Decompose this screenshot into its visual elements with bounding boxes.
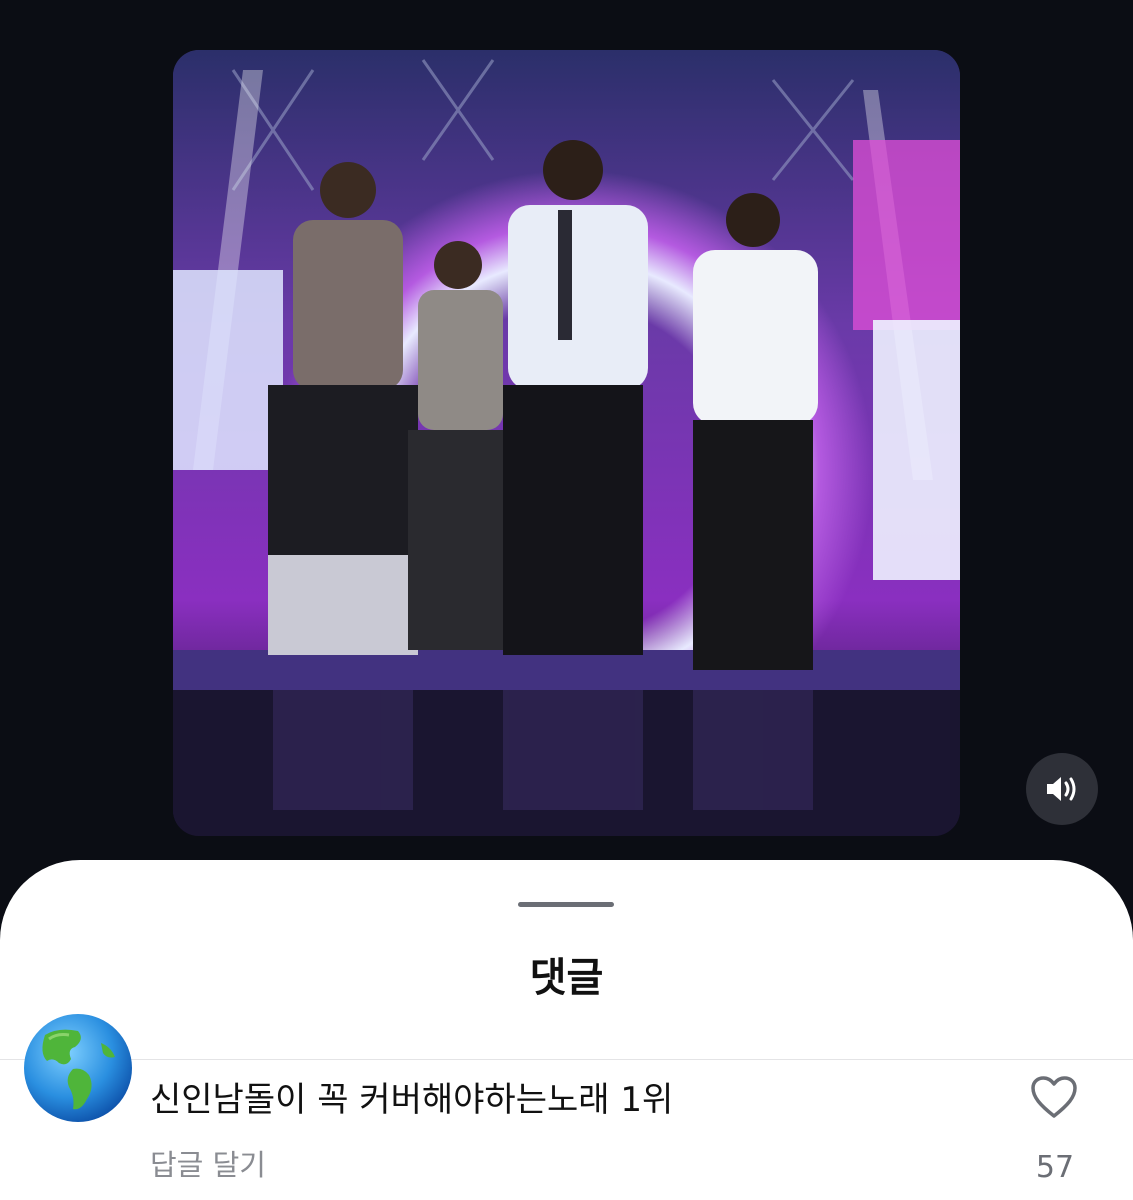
divider bbox=[0, 1059, 1133, 1060]
avatar[interactable] bbox=[23, 1013, 133, 1123]
video-area bbox=[0, 0, 1133, 862]
mute-toggle-button[interactable] bbox=[1026, 753, 1098, 825]
video-player[interactable] bbox=[173, 50, 960, 836]
sheet-grabber-handle[interactable] bbox=[518, 902, 614, 907]
heart-outline-icon[interactable] bbox=[1030, 1075, 1078, 1119]
sheet-title: 댓글 bbox=[529, 955, 604, 1001]
speaker-volume-icon bbox=[1047, 777, 1076, 801]
comments-sheet: 댓글 신인남돌이 꼭 커버해야하는노래 1위 답글 달기 57 bbox=[0, 860, 1133, 1200]
reply-button[interactable]: 답글 달기 bbox=[150, 1142, 266, 1184]
like-count: 57 bbox=[1035, 1150, 1075, 1185]
globe-americas-emoji-icon bbox=[24, 1014, 132, 1122]
comment-text: 신인남돌이 꼭 커버해야하는노래 1위 bbox=[150, 1080, 674, 1120]
video-frame bbox=[173, 50, 960, 836]
